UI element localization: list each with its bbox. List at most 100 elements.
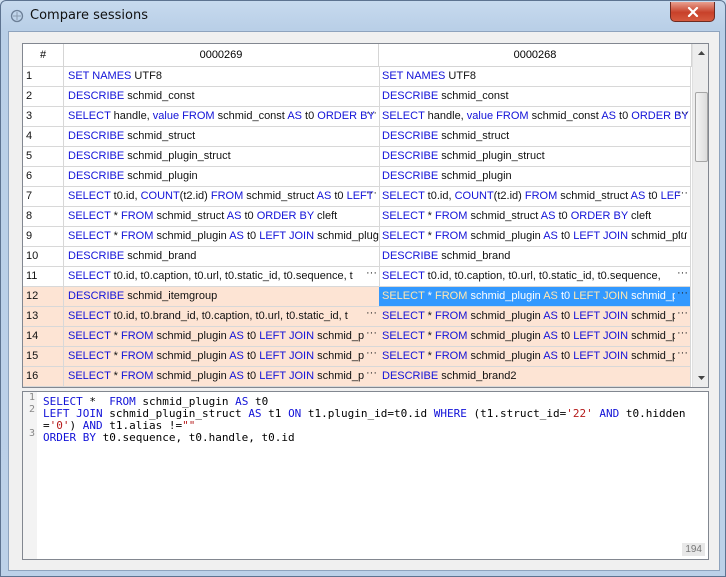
sql-keyword: DESCRIBE <box>382 250 439 262</box>
expand-query-button[interactable]: ··· <box>675 287 690 306</box>
session-a-query-cell[interactable]: SELECT handle, value FROM schmid_const A… <box>64 107 380 127</box>
expand-query-button[interactable]: ··· <box>364 327 379 346</box>
sql-keyword: DESCRIBE <box>68 170 125 182</box>
session-a-query-cell[interactable]: DESCRIBE schmid_plugin <box>64 167 380 187</box>
expand-query-button[interactable]: ··· <box>675 227 690 246</box>
expand-query-button[interactable]: ··· <box>675 187 690 206</box>
table-row-different[interactable]: 14 SELECT * FROM schmid_plugin AS t0 LEFT… <box>23 327 692 347</box>
table-row[interactable]: 4 DESCRIBE schmid_struct DESCRIBE schmid_s… <box>23 127 692 147</box>
sql-text: cleft <box>628 210 652 222</box>
table-row[interactable]: 10 DESCRIBE schmid_brand DESCRIBE schmid_b… <box>23 247 692 267</box>
sql-text: * <box>424 230 435 242</box>
sql-code-text[interactable]: SELECT * FROM schmid_plugin AS t0 LEFT JO… <box>43 396 703 444</box>
session-b-query-cell[interactable]: DESCRIBE schmid_struct <box>379 127 691 147</box>
session-b-query-cell[interactable]: SELECT * FROM schmid_struct AS t0 ORDER … <box>379 207 691 227</box>
table-row[interactable]: 11 SELECT t0.id, t0.caption, t0.url, t0.s… <box>23 267 692 287</box>
title-bar[interactable]: Compare sessions <box>1 1 725 31</box>
session-b-query-cell[interactable]: SELECT * FROM schmid_plugin AS t0 LEFT J… <box>379 307 691 327</box>
session-b-query-cell[interactable]: SELECT * FROM schmid_plugin AS t0 LEFT J… <box>379 287 691 307</box>
table-row[interactable]: 8 SELECT * FROM schmid_struct AS t0 ORDER… <box>23 207 692 227</box>
column-header-session-a[interactable]: 0000269 <box>64 44 379 67</box>
table-row-different[interactable]: 12 DESCRIBE schmid_itemgroup SELECT * FROM… <box>23 287 692 307</box>
expand-query-button[interactable]: ··· <box>675 327 690 346</box>
session-a-query-cell[interactable]: DESCRIBE schmid_itemgroup <box>64 287 380 307</box>
expand-query-button[interactable]: ··· <box>364 187 379 206</box>
session-a-query-cell[interactable]: DESCRIBE schmid_brand <box>64 247 380 267</box>
session-a-query-cell[interactable]: SET NAMES UTF8 <box>64 67 380 87</box>
session-b-query-cell[interactable]: SELECT * FROM schmid_plugin AS t0 LEFT J… <box>379 327 691 347</box>
sql-text: t0 <box>243 370 260 382</box>
table-row[interactable]: 6 DESCRIBE schmid_plugin DESCRIBE schmid_p… <box>23 167 692 187</box>
sql-keyword: FROM <box>121 370 154 382</box>
sql-preview-editor[interactable]: 12 3 SELECT * FROM schmid_plugin AS t0 LEF… <box>22 391 709 560</box>
column-header-session-b[interactable]: 0000268 <box>379 44 692 67</box>
session-a-query-cell[interactable]: SELECT t0.id, t0.caption, t0.url, t0.sta… <box>64 267 380 287</box>
table-row[interactable]: 1 SET NAMES UTF8 SET NAMES UTF8 <box>23 67 692 87</box>
session-b-query-cell[interactable]: SELECT * FROM schmid_plugin AS t0 LEFT J… <box>379 347 691 367</box>
sql-text: (t2.id) <box>179 190 211 202</box>
expand-query-button[interactable]: ··· <box>364 347 379 366</box>
expand-query-button[interactable]: ··· <box>364 227 379 246</box>
session-a-query-cell[interactable]: SELECT * FROM schmid_struct AS t0 ORDER … <box>64 207 380 227</box>
session-b-query-cell[interactable]: DESCRIBE schmid_const <box>379 87 691 107</box>
sql-text: t0.sequence, t0.handle, t0.id <box>95 431 295 444</box>
session-a-query-cell[interactable]: DESCRIBE schmid_struct <box>64 127 380 147</box>
comparison-grid[interactable]: # 0000269 0000268 1 SET NAMES UTF8 SET NAM… <box>22 43 709 388</box>
session-a-query-cell[interactable]: DESCRIBE schmid_plugin_struct <box>64 147 380 167</box>
expand-query-button[interactable]: ··· <box>364 307 379 326</box>
close-button[interactable] <box>670 2 715 22</box>
sql-keyword: AS <box>543 330 558 342</box>
session-b-query-cell[interactable]: DESCRIBE schmid_plugin_struct <box>379 147 691 167</box>
sql-keyword: AS <box>287 110 302 122</box>
table-row[interactable]: 9 SELECT * FROM schmid_plugin AS t0 LEFT … <box>23 227 692 247</box>
sql-text: t0 <box>645 190 661 202</box>
row-number: 10 <box>23 247 64 267</box>
column-header-number[interactable]: # <box>23 44 64 67</box>
table-row-different[interactable]: 15 SELECT * FROM schmid_plugin AS t0 LEFT… <box>23 347 692 367</box>
sql-keyword: AS <box>229 350 244 362</box>
table-row[interactable]: 7 SELECT t0.id, COUNT(t2.id) FROM schmid_… <box>23 187 692 207</box>
session-a-query-cell[interactable]: DESCRIBE schmid_const <box>64 87 380 107</box>
sql-text: * <box>424 290 435 302</box>
line-number <box>23 416 37 428</box>
vertical-scrollbar[interactable] <box>692 44 708 387</box>
session-b-query-cell[interactable]: SELECT handle, value FROM schmid_const A… <box>379 107 691 127</box>
session-a-query-cell[interactable]: SELECT * FROM schmid_plugin AS t0 LEFT J… <box>64 347 380 367</box>
sql-keyword: FROM <box>435 350 468 362</box>
scroll-up-button[interactable] <box>693 44 708 61</box>
expand-query-button[interactable]: ··· <box>364 267 379 286</box>
table-row[interactable]: 3 SELECT handle, value FROM schmid_const … <box>23 107 692 127</box>
scrollbar-thumb[interactable] <box>695 92 708 162</box>
line-number: 1 <box>28 392 35 403</box>
session-b-query-cell[interactable]: DESCRIBE schmid_brand2 <box>379 367 691 387</box>
session-b-query-cell[interactable]: SELECT t0.id, t0.caption, t0.url, t0.sta… <box>379 267 691 287</box>
expand-query-button[interactable]: ··· <box>675 307 690 326</box>
sql-text: t0 <box>331 190 347 202</box>
window-title: Compare sessions <box>30 8 148 23</box>
table-row[interactable]: 5 DESCRIBE schmid_plugin_struct DESCRIBE s… <box>23 147 692 167</box>
table-row[interactable]: 2 DESCRIBE schmid_const DESCRIBE schmid_co… <box>23 87 692 107</box>
session-b-query-cell[interactable]: SELECT t0.id, COUNT(t2.id) FROM schmid_s… <box>379 187 691 207</box>
session-a-query-cell[interactable]: SELECT t0.id, t0.brand_id, t0.caption, t… <box>64 307 380 327</box>
session-a-query-cell[interactable]: SELECT * FROM schmid_plugin AS t0 LEFT J… <box>64 327 380 347</box>
expand-query-button[interactable]: ··· <box>675 267 690 286</box>
expand-query-button[interactable]: ··· <box>364 107 379 126</box>
session-a-query-cell[interactable]: SELECT t0.id, COUNT(t2.id) FROM schmid_s… <box>64 187 380 207</box>
session-b-query-cell[interactable]: SELECT * FROM schmid_plugin AS t0 LEFT J… <box>379 227 691 247</box>
sql-text: UTF8 <box>131 70 162 82</box>
session-b-query-cell[interactable]: DESCRIBE schmid_brand <box>379 247 691 267</box>
expand-query-button[interactable]: ··· <box>675 347 690 366</box>
session-b-query-cell[interactable]: DESCRIBE schmid_plugin <box>379 167 691 187</box>
session-a-query-cell[interactable]: SELECT * FROM schmid_plugin AS t0 LEFT J… <box>64 227 380 247</box>
table-row-different[interactable]: 16 SELECT * FROM schmid_plugin AS t0 LEFT… <box>23 367 692 387</box>
table-row-different[interactable]: 13 SELECT t0.id, t0.brand_id, t0.caption,… <box>23 307 692 327</box>
sql-keyword: DESCRIBE <box>382 90 439 102</box>
session-b-query-cell[interactable]: SET NAMES UTF8 <box>379 67 691 87</box>
expand-query-button[interactable]: ··· <box>364 367 379 386</box>
scroll-down-button[interactable] <box>693 369 708 386</box>
sql-keyword: AND <box>599 407 620 420</box>
row-number: 9 <box>23 227 64 247</box>
expand-query-button[interactable]: ··· <box>675 107 690 126</box>
session-a-query-cell[interactable]: SELECT * FROM schmid_plugin AS t0 LEFT J… <box>64 367 380 387</box>
sql-text: t0 <box>243 330 260 342</box>
